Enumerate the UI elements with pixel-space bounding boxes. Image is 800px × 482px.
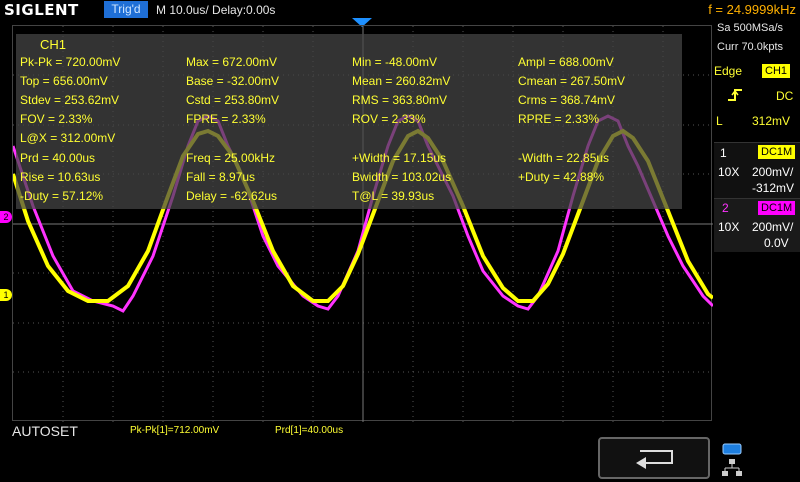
measurement-item: Min = -48.00mV (352, 55, 438, 69)
measurement-item: Cstd = 253.80mV (186, 93, 280, 107)
measurement-readout-period: Prd[1]=40.00us (275, 425, 344, 436)
measurement-item: Rise = 10.63us (20, 170, 101, 184)
timebase-readout[interactable]: M 10.0us/ Delay:0.00s (156, 0, 275, 20)
ch2-probe: 10X (718, 220, 740, 234)
ch2-marker[interactable]: 2 (0, 211, 12, 223)
trigger-coupling: DC (776, 89, 794, 103)
measurement-item: ROV = 2.33% (352, 112, 426, 126)
return-arrow-icon (636, 450, 673, 469)
measurement-item: Prd = 40.00us (20, 151, 96, 165)
memory-depth: Curr 70.0kpts (717, 41, 784, 53)
measurement-readout-pkpk: Pk-Pk[1]=712.00mV (130, 425, 220, 436)
measurement-item: Top = 656.00mV (20, 74, 108, 88)
measurement-item: Max = 672.00mV (186, 55, 278, 69)
ch2-offset: 0.0V (764, 236, 789, 250)
measurement-item: Freq = 25.00kHz (186, 151, 276, 165)
measurement-item: Base = -32.00mV (186, 74, 280, 88)
measurement-item: Mean = 260.82mV (352, 74, 451, 88)
measurement-item: Bwidth = 103.02us (352, 170, 452, 184)
trigger-level-label: L (716, 114, 723, 128)
measurement-item: +Width = 17.15us (352, 151, 447, 165)
return-button[interactable] (598, 437, 710, 479)
autoset-label: AUTOSET (12, 423, 78, 439)
measurement-panel: CH1 Pk-Pk = 720.00mV Max = 672.00mV Min … (16, 34, 682, 209)
measurement-item: RMS = 363.80mV (352, 93, 448, 107)
timebase-value: M 10.0us/ (156, 3, 209, 17)
measurement-item: Pk-Pk = 720.00mV (20, 55, 121, 69)
ch1-number: 1 (720, 146, 727, 160)
measurement-item: +Duty = 42.88% (518, 170, 605, 184)
measurement-item: L@X = 312.00mV (20, 131, 116, 145)
ch1-coupling-badge: DC1M (758, 145, 796, 159)
measurement-item: T@L = 39.93us (352, 189, 435, 203)
ch1-marker[interactable]: 1 (0, 289, 12, 301)
measurement-item: Stdev = 253.62mV (20, 93, 120, 107)
top-status-bar: SIGLENT Trig'd M 10.0us/ Delay:0.00s f =… (0, 0, 800, 20)
bottom-bar: AUTOSET Pk-Pk[1]=712.00mV Prd[1]=40.00us (0, 421, 800, 480)
trigger-level-value: 312mV (752, 114, 791, 128)
network-icon (722, 459, 742, 476)
trigger-settings-panel[interactable]: Edge CH1 DC L 312mV (714, 62, 800, 134)
ch2-coupling-badge: DC1M (758, 201, 796, 215)
measurement-item: Delay = -62.62us (186, 189, 278, 203)
measurement-item: Crms = 368.74mV (518, 93, 616, 107)
trigger-source-badge: CH1 (762, 64, 791, 78)
channel-2-panel[interactable]: 2 DC1M 10X 200mV/ 0.0V (714, 198, 800, 252)
ch1-scale: 200mV/ (752, 165, 794, 179)
measurement-item: FPRE = 2.33% (186, 112, 266, 126)
ch2-scale: 200mV/ (752, 220, 794, 234)
ch1-probe: 10X (718, 165, 740, 179)
ch1-offset: -312mV (752, 181, 795, 195)
sample-rate: Sa 500MSa/s (717, 22, 784, 34)
measurement-item: -Width = 22.85us (518, 151, 610, 165)
measurement-item: Fall = 8.97us (186, 170, 256, 184)
measurement-item: -Duty = 57.12% (20, 189, 104, 203)
measurement-item: RPRE = 2.33% (518, 112, 600, 126)
frequency-counter: f = 24.9999kHz (708, 2, 796, 17)
usb-icon (722, 443, 742, 455)
measurement-panel-title: CH1 (40, 37, 67, 52)
trigger-status-badge: Trig'd (104, 1, 148, 18)
delay-value: Delay:0.00s (212, 3, 276, 17)
measurement-item: Cmean = 267.50mV (518, 74, 626, 88)
ch2-number: 2 (722, 201, 729, 215)
brand-logo: SIGLENT (4, 1, 79, 19)
trigger-type: Edge (714, 64, 743, 78)
measurement-item: Ampl = 688.00mV (518, 55, 614, 69)
measurement-item: FOV = 2.33% (20, 112, 93, 126)
channel-1-panel[interactable]: 1 DC1M 10X 200mV/ -312mV (714, 142, 800, 198)
rising-edge-icon (728, 89, 742, 101)
